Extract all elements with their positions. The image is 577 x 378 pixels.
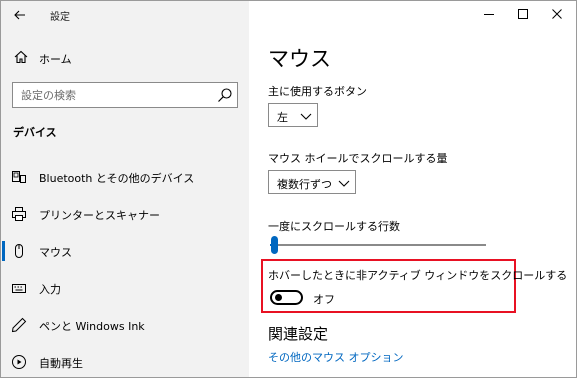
printer-icon (11, 206, 27, 222)
dropdown-value: 左 (277, 111, 288, 124)
sidebar-item-label: 入力 (39, 283, 61, 296)
inactive-scroll-label: ホバーしたときに非アクティブ ウィンドウをスクロールする (268, 269, 568, 282)
related-settings-header: 関連設定 (268, 325, 329, 343)
window-title: 設定 (50, 12, 70, 23)
selected-indicator (2, 241, 5, 261)
chevron-down-icon (337, 177, 351, 189)
slider-thumb[interactable] (271, 236, 279, 254)
bluetooth-devices-icon (11, 169, 27, 185)
mouse-icon (11, 243, 27, 259)
toggle-state-label: オフ (313, 293, 335, 306)
sidebar: ホーム デバイス Bluetooth とその他のデバイス プリンターとスキャナー (1, 1, 249, 377)
search-box (12, 82, 238, 108)
lines-to-scroll-slider[interactable] (270, 244, 486, 246)
toggle-knob (275, 294, 282, 301)
inactive-scroll-toggle[interactable] (270, 290, 303, 305)
search-input[interactable] (13, 83, 209, 107)
main-content: マウス 主に使用するボタン 左 マウス ホイールでスクロールする量 複数行ずつ … (249, 31, 576, 377)
wheel-scroll-label: マウス ホイールでスクロールする量 (268, 152, 448, 165)
page-title: マウス (268, 47, 331, 71)
pen-icon (11, 317, 27, 333)
sidebar-item-label: マウス (39, 246, 72, 259)
keyboard-icon (11, 280, 27, 296)
more-mouse-options-link[interactable]: その他のマウス オプション (268, 349, 404, 365)
primary-button-dropdown[interactable]: 左 (268, 103, 318, 127)
settings-window: ホーム デバイス Bluetooth とその他のデバイス プリンターとスキャナー (0, 0, 577, 378)
search-icon[interactable] (217, 87, 233, 103)
dropdown-value: 複数行ずつ (277, 178, 332, 191)
sidebar-item-label: プリンターとスキャナー (39, 209, 160, 222)
home-icon (14, 50, 28, 64)
back-arrow-icon[interactable] (9, 5, 31, 25)
sidebar-item-label: 自動再生 (39, 357, 83, 370)
sidebar-item-home[interactable]: ホーム (1, 45, 249, 71)
chevron-down-icon (299, 110, 313, 122)
primary-button-label: 主に使用するボタン (268, 85, 367, 98)
sidebar-item-label: Bluetooth とその他のデバイス (39, 172, 195, 185)
minimize-icon[interactable] (476, 3, 502, 25)
title-bar: 設定 (1, 1, 576, 31)
wheel-scroll-dropdown[interactable]: 複数行ずつ (268, 170, 356, 194)
sidebar-item-mouse[interactable]: マウス (1, 237, 249, 265)
close-icon[interactable] (544, 3, 570, 25)
sidebar-item-autoplay[interactable]: 自動再生 (1, 348, 249, 376)
sidebar-item-label: ペンと Windows Ink (39, 320, 145, 333)
sidebar-item-label: ホーム (39, 53, 72, 66)
sidebar-item-bluetooth[interactable]: Bluetooth とその他のデバイス (1, 163, 249, 191)
maximize-icon[interactable] (510, 3, 536, 25)
sidebar-item-input[interactable]: 入力 (1, 274, 249, 302)
sidebar-item-printers[interactable]: プリンターとスキャナー (1, 200, 249, 228)
section-header-devices: デバイス (13, 126, 57, 139)
sidebar-item-pen[interactable]: ペンと Windows Ink (1, 311, 249, 339)
autoplay-icon (11, 354, 27, 370)
lines-to-scroll-label: 一度にスクロールする行数 (268, 220, 400, 233)
